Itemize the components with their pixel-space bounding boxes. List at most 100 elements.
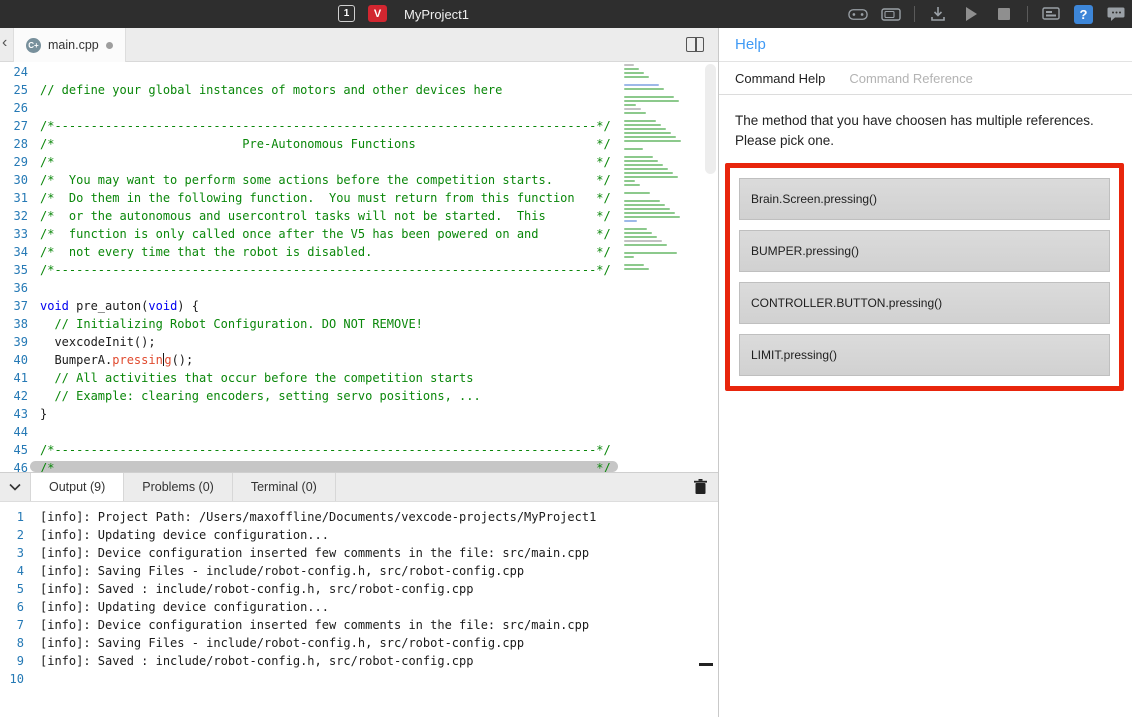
file-tab-main-cpp[interactable]: C+ main.cpp [13,28,126,62]
output-line: [info]: Saving Files - include/robot-con… [40,562,596,580]
minimap[interactable] [622,64,695,468]
minimap-stripe [624,244,667,246]
code-line[interactable]: /*--------------------------------------… [40,117,611,135]
help-option[interactable]: LIMIT.pressing() [739,334,1110,376]
code-line[interactable]: /* or the autonomous and usercontrol tas… [40,207,611,225]
minimap-stripe [624,140,681,142]
minimap-stripe [624,216,680,218]
output-line: [info]: Updating device configuration... [40,526,596,544]
vex-logo-icon: V [368,5,387,22]
minimap-stripe [624,192,650,194]
panel-tab-problems[interactable]: Problems (0) [124,473,233,501]
controller-icon[interactable] [848,4,868,24]
split-editor-icon[interactable] [686,37,704,52]
code-line[interactable]: /* You may want to perform some actions … [40,171,611,189]
file-tab-label: main.cpp [48,38,99,52]
output-line-number: 6 [0,598,24,616]
modified-dot-icon [106,42,113,49]
help-title: Help [735,36,766,53]
minimap-stripe [624,100,679,102]
line-number: 33 [0,225,28,243]
help-panel: Help Command Help Command Reference The … [718,28,1132,717]
editor-vertical-scrollbar[interactable] [705,64,716,174]
code-line[interactable] [40,99,611,117]
brain-icon[interactable] [881,4,901,24]
line-number: 43 [0,405,28,423]
code-line[interactable]: /* Pre-Autonomous Functions */ [40,135,611,153]
help-icon[interactable]: ? [1074,5,1093,24]
code-line[interactable]: vexcodeInit(); [40,333,611,351]
code-line[interactable] [40,63,611,81]
output-line: [info]: Saved : include/robot-config.h, … [40,652,596,670]
help-option[interactable]: CONTROLLER.BUTTON.pressing() [739,282,1110,324]
tab-command-help[interactable]: Command Help [735,71,825,86]
bottom-panel: Output (9)Problems (0)Terminal (0) 12345… [0,472,718,717]
line-number: 44 [0,423,28,441]
run-icon[interactable] [961,4,981,24]
code-line[interactable]: // define your global instances of motor… [40,81,611,99]
code-line[interactable] [40,279,611,297]
help-option[interactable]: Brain.Screen.pressing() [739,178,1110,220]
vexcode-app: 1 V MyProject1 [0,0,1132,717]
code-line[interactable]: } [40,405,611,423]
minimap-stripe [624,108,641,110]
tab-command-reference[interactable]: Command Reference [849,71,973,86]
code-line[interactable]: // Example: clearing encoders, setting s… [40,387,611,405]
chat-icon[interactable] [1106,4,1126,24]
code-line[interactable]: // Initializing Robot Configuration. DO … [40,315,611,333]
minimap-stripe [624,232,652,234]
output-line-number: 8 [0,634,24,652]
minimap-stripe [624,96,674,98]
panel-tab-terminal[interactable]: Terminal (0) [233,473,336,501]
minimap-stripe [624,268,649,270]
code-line[interactable]: void pre_auton(void) { [40,297,611,315]
help-option[interactable]: BUMPER.pressing() [739,230,1110,272]
output-line: [info]: Saved : include/robot-config.h, … [40,580,596,598]
device-screen-icon[interactable] [1041,4,1061,24]
help-tabs: Command Help Command Reference [719,62,1132,95]
code-line[interactable]: // All activities that occur before the … [40,369,611,387]
output-area[interactable]: 12345678910 [info]: Project Path: /Users… [0,502,718,717]
minimap-stripe [624,168,668,170]
code-line[interactable] [40,423,611,441]
output-line-number: 7 [0,616,24,634]
editor-code: // define your global instances of motor… [40,63,611,472]
cpp-file-icon: C+ [26,38,41,53]
minimap-stripe [624,200,660,202]
output-line: [info]: Project Path: /Users/maxoffline/… [40,508,596,526]
editor-gutter: 2425262728293031323334353637383940414243… [0,63,28,472]
code-line[interactable]: /*--------------------------------------… [40,441,611,459]
code-line[interactable]: /*--------------------------------------… [40,261,611,279]
output-line-number: 4 [0,562,24,580]
minimap-stripe [624,264,644,266]
minimap-stripe [624,88,664,90]
output-line-number: 10 [0,670,24,688]
code-line[interactable]: BumperA.pressing(); [40,351,611,369]
slot-number: 1 [344,8,350,19]
stop-icon[interactable] [994,4,1014,24]
code-line[interactable]: /* Do them in the following function. Yo… [40,189,611,207]
download-icon[interactable] [928,4,948,24]
toolbar-divider [914,6,915,22]
collapse-panel-icon[interactable] [0,473,30,501]
output-line: [info]: Saving Files - include/robot-con… [40,634,596,652]
topbar-actions: ? [848,0,1126,28]
line-number: 39 [0,333,28,351]
output-scrollbar[interactable] [699,663,713,666]
code-line[interactable]: /* not every time that the robot is disa… [40,243,611,261]
panel-tab-output[interactable]: Output (9) [30,473,124,501]
output-line: [info]: Updating device configuration... [40,598,596,616]
line-number: 25 [0,81,28,99]
line-number: 26 [0,99,28,117]
minimap-stripe [624,76,649,78]
clear-output-icon[interactable] [690,477,710,497]
code-line[interactable]: /* */ [40,459,611,472]
help-header: Help [719,28,1132,62]
code-line[interactable]: /* function is only called once after th… [40,225,611,243]
code-line[interactable]: /* */ [40,153,611,171]
tabs-scroll-left-icon[interactable]: ‹ [2,34,7,52]
line-number: 31 [0,189,28,207]
minimap-stripe [624,160,658,162]
slot-badge[interactable]: 1 [338,5,355,22]
code-editor[interactable]: 2425262728293031323334353637383940414243… [0,62,718,472]
